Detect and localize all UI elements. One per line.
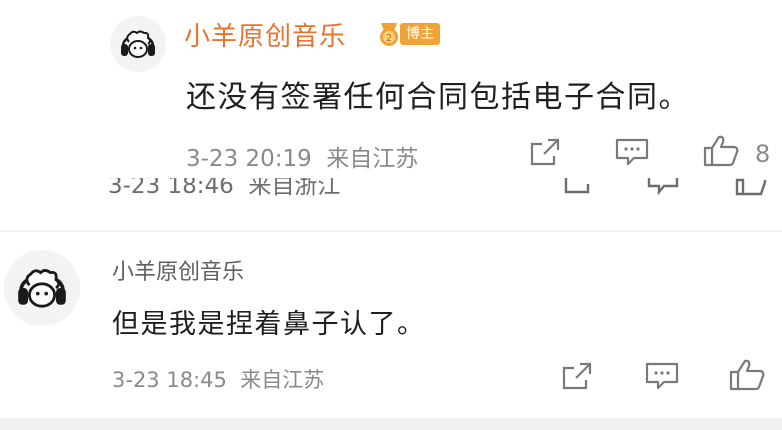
comment-icon[interactable] — [646, 178, 680, 196]
reply-text: 但是我是捏着鼻子认了。 — [112, 309, 426, 340]
like-count: 8 — [755, 140, 771, 168]
badge-label: 博主 — [400, 23, 440, 45]
timestamp: 3-23 18:46 — [108, 178, 234, 199]
clipped-meta: 3-23 18:46 来自浙江 — [108, 178, 340, 200]
like-icon[interactable] — [734, 178, 768, 196]
timestamp: 3-23 18:45 — [112, 368, 227, 392]
sheep-headphones-icon — [18, 269, 66, 308]
reply-meta: 3-23 20:19 来自江苏 — [186, 139, 418, 173]
reply-text: 还没有签署任何合同包括电子合同。 — [186, 80, 690, 115]
timestamp: 3-23 20:19 — [186, 146, 312, 172]
location: 来自江苏 — [240, 368, 325, 392]
like-button[interactable] — [702, 134, 740, 168]
username[interactable]: 小羊原创音乐 — [112, 254, 244, 286]
reply-meta: 3-23 18:45 来自江苏 — [112, 364, 324, 394]
clipped-reply-row: 3-23 18:46 来自浙江 — [108, 178, 782, 200]
comment-button[interactable] — [614, 136, 650, 168]
vip-medal-icon: 2 — [380, 23, 398, 46]
blogger-badge: 2 博主 — [376, 20, 440, 48]
avatar[interactable] — [4, 250, 80, 326]
location: 来自江苏 — [326, 146, 419, 172]
comment-icon — [615, 138, 649, 166]
share-icon[interactable] — [562, 178, 596, 196]
username[interactable]: 小羊原创音乐 — [184, 16, 346, 53]
like-icon — [703, 135, 739, 167]
svg-text:2: 2 — [386, 33, 392, 44]
location: 来自浙江 — [248, 178, 341, 199]
avatar[interactable] — [110, 16, 166, 72]
share-icon — [562, 362, 592, 390]
like-icon — [729, 359, 765, 391]
comment-icon — [645, 362, 679, 390]
share-icon — [530, 138, 560, 166]
like-button[interactable] — [728, 358, 766, 392]
comment-button[interactable] — [644, 360, 680, 392]
sheep-headphones-icon — [121, 30, 155, 58]
reply-card-top: 小羊原创音乐 2 博主 还没有签署任何合同包括电子合同。 3-23 20:19 … — [0, 0, 782, 230]
share-button[interactable] — [528, 136, 562, 168]
share-button[interactable] — [560, 360, 594, 392]
